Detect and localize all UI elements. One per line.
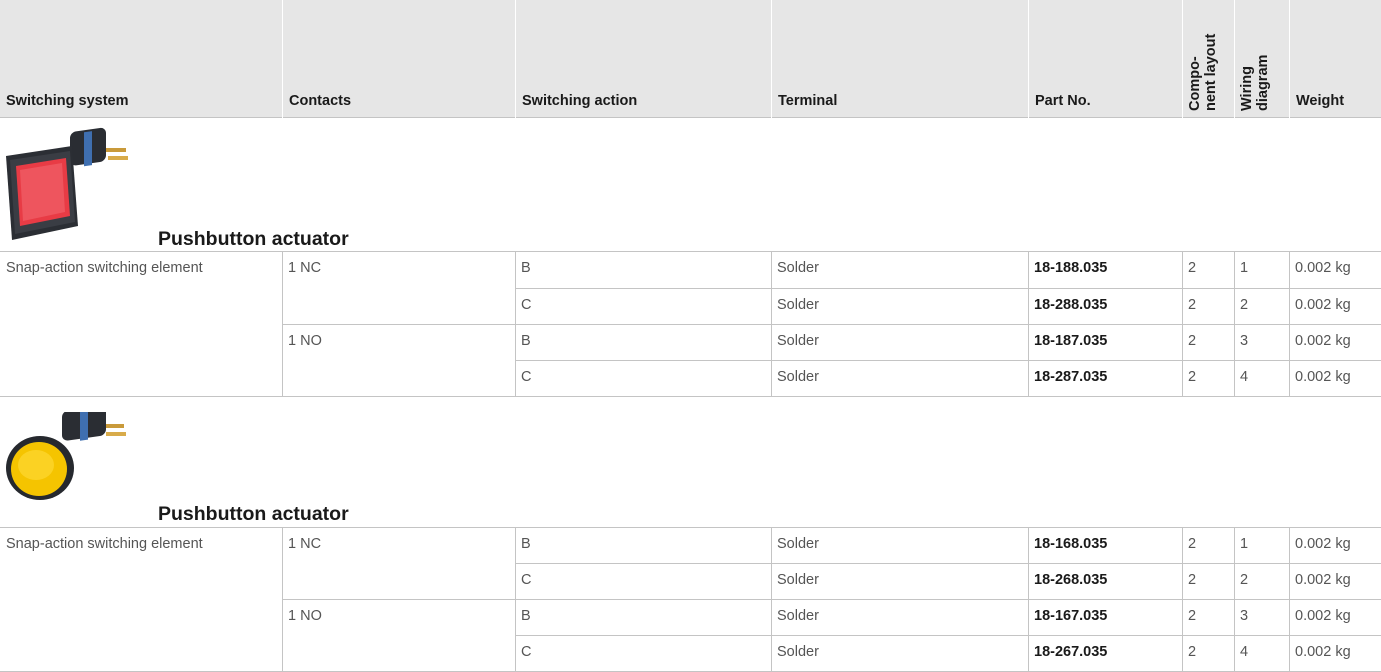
contacts-cell: 1 NC — [288, 536, 322, 552]
wiring-cell: 3 — [1240, 333, 1249, 349]
contacts-cell: 1 NO — [288, 333, 322, 349]
terminal-cell: Solder — [777, 260, 819, 276]
part-no-cell: 18-187.035 — [1034, 333, 1108, 349]
wiring-cell: 2 — [1240, 297, 1249, 313]
switching-system-cell: Snap-action switching element — [6, 260, 203, 276]
part-no-cell: 18-168.035 — [1034, 536, 1108, 552]
header-label-line: nent layout — [1203, 33, 1219, 111]
action-cell: C — [521, 572, 532, 588]
switching-system-cell: Snap-action switching element — [6, 536, 203, 552]
header-label: Switching system — [6, 93, 129, 109]
header-label-line: diagram — [1255, 54, 1271, 111]
part-no-cell: 18-268.035 — [1034, 572, 1108, 588]
layout-cell: 2 — [1188, 333, 1197, 349]
action-cell: C — [521, 297, 532, 313]
header-label-line: Compo- — [1187, 56, 1203, 111]
layout-cell: 2 — [1188, 608, 1197, 624]
action-cell: B — [521, 536, 531, 552]
header-part-no: Part No. — [1028, 0, 1182, 118]
terminal-cell: Solder — [777, 333, 819, 349]
header-component-layout: Compo- nent layout — [1182, 0, 1234, 118]
header-weight: Weight — [1289, 0, 1381, 118]
round-yellow-pushbutton-icon — [0, 405, 140, 509]
square-red-pushbutton-icon — [0, 126, 140, 253]
weight-cell: 0.002 kg — [1295, 608, 1351, 624]
part-no-cell: 18-167.035 — [1034, 608, 1108, 624]
action-cell: C — [521, 369, 532, 385]
terminal-cell: Solder — [777, 608, 819, 624]
weight-cell: 0.002 kg — [1295, 333, 1351, 349]
header-label: Weight — [1296, 93, 1345, 109]
wiring-cell: 3 — [1240, 608, 1249, 624]
header-switching-system: Switching system — [0, 0, 282, 118]
weight-cell: 0.002 kg — [1295, 536, 1351, 552]
action-cell: C — [521, 644, 532, 660]
table-header: Switching system Contacts Switching acti… — [0, 0, 1381, 118]
layout-cell: 2 — [1188, 260, 1197, 276]
weight-cell: 0.002 kg — [1295, 369, 1351, 385]
weight-cell: 0.002 kg — [1295, 297, 1351, 313]
action-cell: B — [521, 608, 531, 624]
part-no-cell: 18-267.035 — [1034, 644, 1108, 660]
action-cell: B — [521, 260, 531, 276]
terminal-cell: Solder — [777, 536, 819, 552]
layout-cell: 2 — [1188, 572, 1197, 588]
wiring-cell: 1 — [1240, 536, 1249, 552]
part-no-cell: 18-188.035 — [1034, 260, 1108, 276]
terminal-cell: Solder — [777, 369, 819, 385]
weight-cell: 0.002 kg — [1295, 260, 1351, 276]
wiring-cell: 1 — [1240, 260, 1249, 276]
contacts-cell: 1 NC — [288, 260, 322, 276]
part-no-cell: 18-288.035 — [1034, 297, 1108, 313]
section-title: Pushbutton actuator — [158, 503, 349, 525]
weight-cell: 0.002 kg — [1295, 644, 1351, 660]
header-label: Switching action — [522, 93, 638, 109]
part-no-cell: 18-287.035 — [1034, 369, 1108, 385]
layout-cell: 2 — [1188, 644, 1197, 660]
header-contacts: Contacts — [282, 0, 515, 118]
layout-cell: 2 — [1188, 369, 1197, 385]
header-terminal: Terminal — [771, 0, 1028, 118]
header-label: Terminal — [778, 93, 838, 109]
section-title: Pushbutton actuator — [158, 228, 349, 250]
header-switching-action: Switching action — [515, 0, 771, 118]
action-cell: B — [521, 333, 531, 349]
header-wiring-diagram: Wiring diagram — [1234, 0, 1289, 118]
layout-cell: 2 — [1188, 297, 1197, 313]
terminal-cell: Solder — [777, 572, 819, 588]
header-label-line: Wiring — [1239, 66, 1255, 111]
header-label: Contacts — [289, 93, 352, 109]
layout-cell: 2 — [1188, 536, 1197, 552]
weight-cell: 0.002 kg — [1295, 572, 1351, 588]
wiring-cell: 2 — [1240, 572, 1249, 588]
terminal-cell: Solder — [777, 644, 819, 660]
terminal-cell: Solder — [777, 297, 819, 313]
contacts-cell: 1 NO — [288, 608, 322, 624]
wiring-cell: 4 — [1240, 644, 1249, 660]
header-label: Part No. — [1035, 93, 1091, 109]
wiring-cell: 4 — [1240, 369, 1249, 385]
